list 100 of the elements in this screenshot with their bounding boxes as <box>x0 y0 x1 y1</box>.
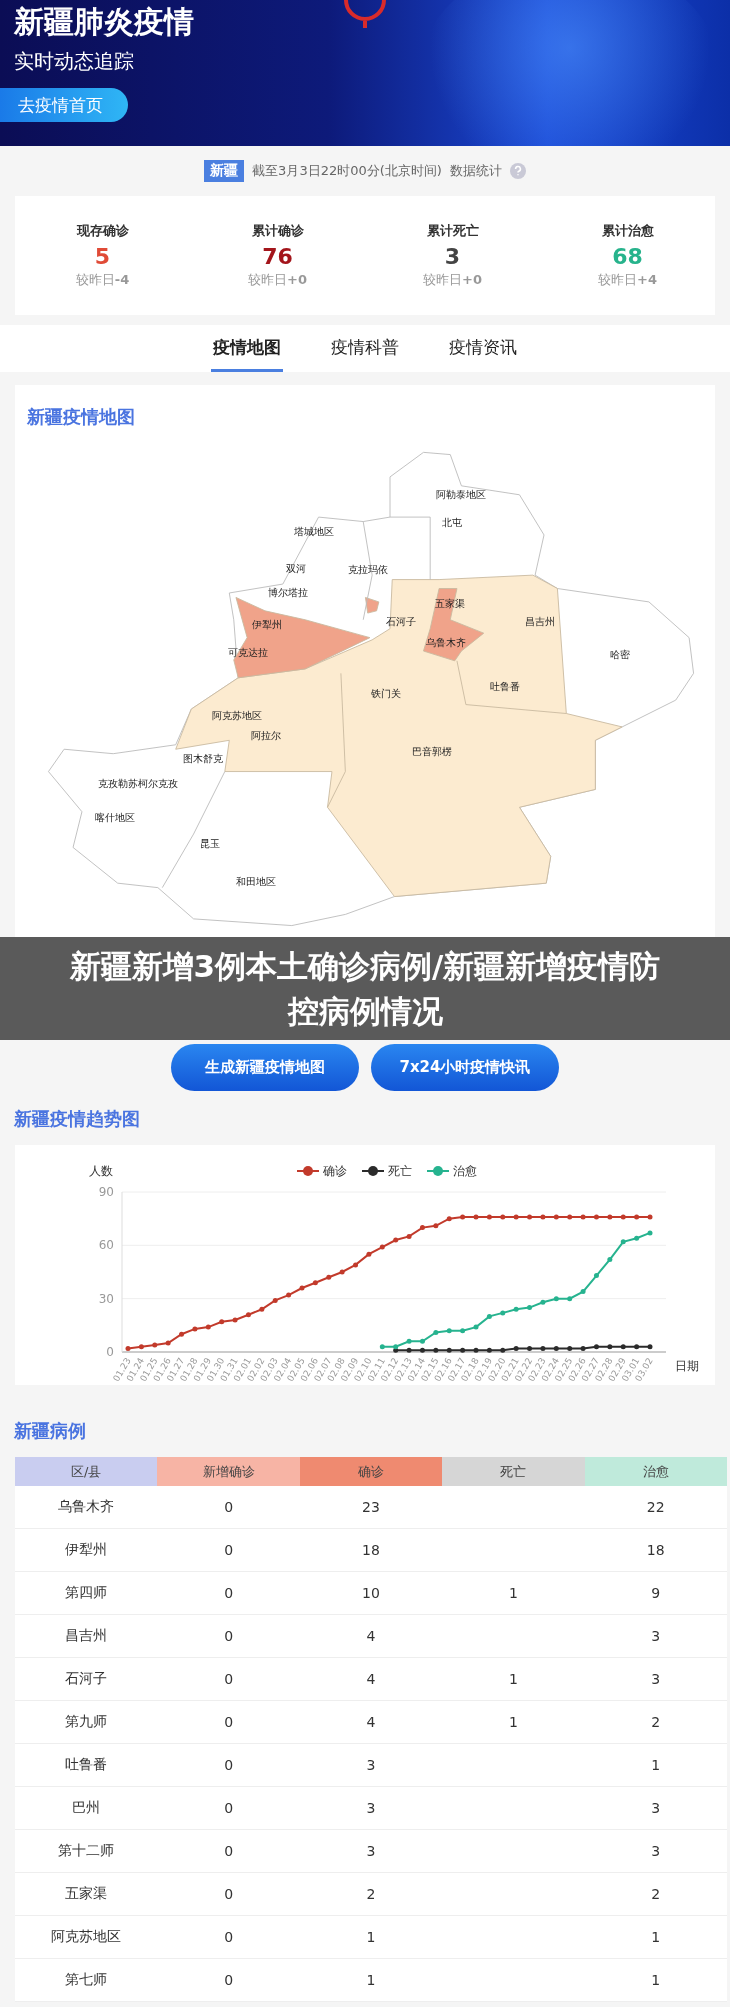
column-header: 区/县 <box>15 1457 158 1486</box>
table-cell: 4 <box>366 1671 376 1687</box>
y-tick-label: 0 <box>106 1345 114 1359</box>
table-cell: 0 <box>224 1929 234 1945</box>
region-label: 喀什地区 <box>95 810 136 823</box>
table-cell: 第十二师 <box>58 1842 115 1858</box>
region-label: 图木舒克 <box>183 751 224 764</box>
region-label: 五家渠 <box>435 596 466 609</box>
update-suffix: 数据统计 <box>449 162 502 180</box>
section-title: 新疆疫情趋势图 <box>13 1107 141 1131</box>
action-button[interactable]: 7x24小时疫情快讯 <box>371 1044 559 1091</box>
tab[interactable]: 疫情科普 <box>329 325 401 372</box>
region-label: 克拉玛依 <box>347 563 388 576</box>
table-cell: 0 <box>224 1886 234 1902</box>
table-cell: 0 <box>224 1714 234 1730</box>
y-tick-label: 30 <box>98 1291 114 1306</box>
stat-label: 累计死亡 <box>425 222 480 240</box>
tab[interactable]: 疫情地图 <box>211 325 283 372</box>
region-label: 阿拉尔 <box>251 729 282 742</box>
table-cell: 昌吉州 <box>65 1627 108 1643</box>
region-label: 双河 <box>286 562 307 574</box>
table-cell: 1 <box>651 1757 661 1773</box>
table-cell: 0 <box>224 1800 234 1816</box>
legend-item: 死亡 <box>361 1164 412 1178</box>
table-cell: 1 <box>366 1972 376 1988</box>
table-cell: 18 <box>362 1542 380 1558</box>
region-label: 哈密 <box>609 648 630 661</box>
banner-subtitle: 实时动态追踪 <box>14 48 134 75</box>
region-label: 博尔塔拉 <box>268 585 309 598</box>
stat-change: 较昨日+0 <box>247 271 308 289</box>
stat-change: 较昨日-4 <box>74 271 131 289</box>
table-cell: 0 <box>224 1585 234 1601</box>
table-cell: 0 <box>224 1628 234 1644</box>
y-tick-label: 60 <box>98 1238 114 1253</box>
stat-label: 现存确诊 <box>75 222 130 240</box>
table-cell: 1 <box>508 1585 518 1601</box>
table-cell: 1 <box>651 1929 661 1945</box>
tab[interactable]: 疫情资讯 <box>447 325 519 372</box>
table-cell: 2 <box>651 1886 661 1902</box>
table-cell: 3 <box>651 1843 661 1859</box>
column-header: 死亡 <box>442 1457 585 1486</box>
table-cell: 2 <box>651 1714 661 1730</box>
region-tag: 新疆 <box>204 160 245 182</box>
y-tick-label: 90 <box>98 1185 114 1199</box>
table-cell: 五家渠 <box>65 1885 108 1901</box>
table-cell: 9 <box>651 1585 661 1601</box>
table-cell: 0 <box>224 1499 234 1515</box>
table-cell: 第九师 <box>65 1713 108 1729</box>
help-icon[interactable] <box>509 163 526 179</box>
stat-change: 较昨日+4 <box>597 271 658 289</box>
region-label: 昆玉 <box>200 837 221 850</box>
stat-value: 5 <box>93 244 112 269</box>
update-time: 截至3月3日22时00分(北京时间) <box>252 162 442 180</box>
region-label: 伊犁州 <box>252 617 283 630</box>
region-label: 和田地区 <box>236 875 277 888</box>
legend-label: 治愈 <box>453 1164 477 1178</box>
table-cell: 1 <box>651 1972 661 1988</box>
banner-title: 新疆肺炎疫情 <box>14 3 194 41</box>
legend-label: 死亡 <box>388 1164 412 1178</box>
region-label: 昌吉州 <box>524 614 555 627</box>
region-label: 乌鲁木齐 <box>425 635 466 648</box>
region-label: 阿勒泰地区 <box>435 488 486 501</box>
table-cell: 0 <box>224 1757 234 1773</box>
table-cell: 18 <box>646 1542 665 1558</box>
table-cell: 23 <box>362 1499 380 1515</box>
table-cell: 1 <box>508 1671 518 1687</box>
stat-label: 累计确诊 <box>250 222 305 240</box>
region-label: 阿克苏地区 <box>212 709 263 722</box>
table-cell: 阿克苏地区 <box>51 1928 122 1944</box>
region-label: 克孜勒苏柯尔克孜 <box>97 777 178 790</box>
region-label: 塔城地区 <box>294 524 335 537</box>
column-header: 确诊 <box>299 1457 443 1486</box>
column-header: 治愈 <box>584 1457 727 1486</box>
table-cell: 3 <box>366 1757 376 1773</box>
table-cell: 石河子 <box>65 1670 108 1686</box>
table-cell: 1 <box>508 1714 518 1730</box>
table-cell: 乌鲁木齐 <box>58 1498 115 1514</box>
section-title: 新疆病例 <box>13 1419 87 1443</box>
table-cell: 0 <box>224 1542 234 1558</box>
action-button[interactable]: 生成新疆疫情地图 <box>171 1044 359 1091</box>
column-header: 新增确诊 <box>157 1457 300 1486</box>
legend-label: 确诊 <box>322 1164 347 1178</box>
table-cell: 3 <box>366 1800 376 1816</box>
region-label: 巴音郭楞 <box>412 745 453 758</box>
table-cell: 4 <box>366 1628 376 1644</box>
table-cell: 第四师 <box>65 1584 108 1600</box>
stat-value: 76 <box>261 244 294 269</box>
legend-item: 确诊 <box>296 1164 347 1178</box>
region-label: 石河子 <box>386 614 417 627</box>
caption-banner: 新疆新增3例本土确诊病例/新疆新增疫情防控病例情况 <box>0 937 730 1040</box>
y-axis-title: 人数 <box>89 1164 113 1178</box>
table-cell: 4 <box>366 1714 376 1730</box>
region-label: 铁门关 <box>370 687 401 699</box>
table-cell: 吐鲁番 <box>65 1756 108 1772</box>
table-cell: 第七师 <box>65 1971 108 1987</box>
table-cell: 0 <box>224 1972 234 1988</box>
table-cell: 10 <box>362 1585 380 1601</box>
region-label: 吐鲁番 <box>489 680 520 693</box>
table-cell: 3 <box>651 1800 661 1816</box>
region-label: 可克达拉 <box>228 646 269 659</box>
